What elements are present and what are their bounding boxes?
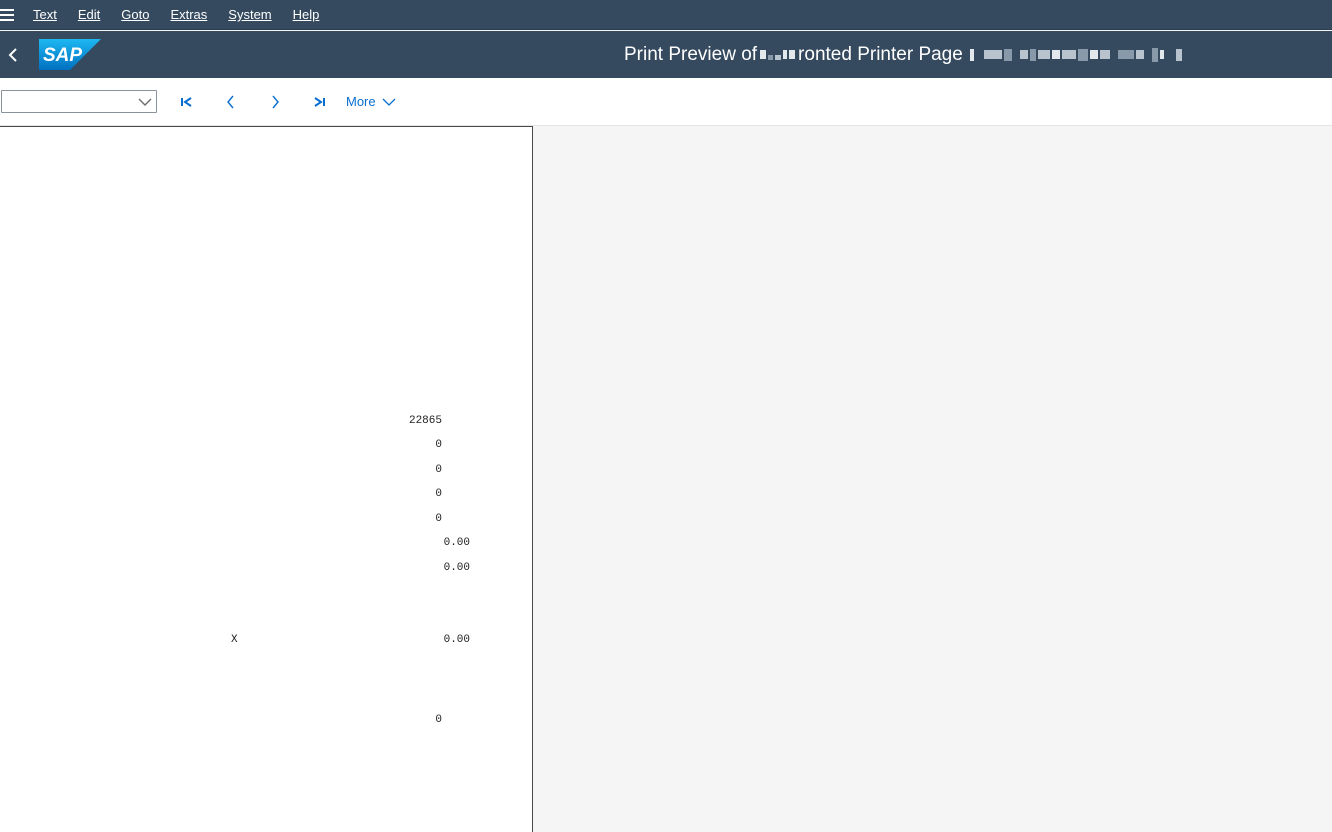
chevron-left-icon bbox=[8, 47, 17, 62]
preview-value: 0 bbox=[435, 439, 442, 451]
menu-item-system[interactable]: System bbox=[228, 7, 271, 22]
preview-value: 0.00 bbox=[443, 634, 470, 646]
sap-logo: SAP bbox=[39, 39, 101, 70]
menu-item-goto[interactable]: Goto bbox=[121, 7, 149, 22]
menu-item-help[interactable]: Help bbox=[293, 7, 320, 22]
svg-text:SAP: SAP bbox=[43, 45, 82, 66]
title-suffix: ronted Printer Page bbox=[798, 43, 963, 65]
redacted-block bbox=[759, 49, 796, 60]
title-prefix: Print Preview of bbox=[624, 43, 758, 65]
preview-value: 0 bbox=[435, 488, 442, 500]
preview-value: 22865 bbox=[408, 415, 442, 427]
menu-item-text[interactable]: Text bbox=[33, 7, 57, 22]
menu-item-edit[interactable]: Edit bbox=[78, 7, 100, 22]
shell-header: SAP Print Preview of ronted Printer Page bbox=[0, 31, 1332, 78]
menu-bar: Text Edit Goto Extras System Help bbox=[0, 0, 1332, 30]
menu-item-extras[interactable]: Extras bbox=[170, 7, 207, 22]
menu-item-system-label: System bbox=[228, 7, 272, 22]
first-page-icon bbox=[181, 96, 192, 107]
chevron-down-icon bbox=[382, 98, 396, 106]
chevron-down-icon bbox=[137, 94, 153, 115]
next-page-button[interactable] bbox=[253, 84, 297, 120]
more-label: More bbox=[346, 94, 376, 109]
preview-value: 0 bbox=[435, 513, 442, 525]
first-page-button[interactable] bbox=[165, 84, 209, 120]
menu-item-help-label: Help bbox=[292, 7, 320, 22]
menu-item-text-label: Text bbox=[33, 7, 57, 22]
preview-value: 0 bbox=[435, 464, 442, 476]
redacted-block-2 bbox=[969, 47, 1183, 62]
page-select[interactable] bbox=[1, 90, 157, 113]
last-page-button[interactable] bbox=[297, 84, 341, 120]
menu-item-goto-label: Goto bbox=[121, 7, 150, 22]
chevron-left-icon bbox=[227, 95, 234, 108]
more-button[interactable]: More bbox=[346, 94, 396, 109]
last-page-icon bbox=[314, 96, 325, 107]
back-button[interactable] bbox=[0, 31, 26, 78]
preview-value: 0.00 bbox=[443, 537, 470, 549]
preview-x-mark: X bbox=[231, 634, 238, 646]
print-preview-page: 22865 0 0 0 0 0.00 0.00 X 0.00 0 bbox=[0, 126, 533, 832]
preview-value: 0 bbox=[435, 714, 442, 726]
preview-value: 0.00 bbox=[443, 562, 470, 574]
toolbar: More bbox=[0, 78, 1332, 126]
chevron-right-icon bbox=[272, 95, 279, 108]
page-title: Print Preview of ronted Printer Page bbox=[624, 31, 1183, 78]
menu-item-extras-label: Extras bbox=[170, 7, 208, 22]
previous-page-button[interactable] bbox=[209, 84, 253, 120]
hamburger-menu-icon[interactable] bbox=[0, 0, 30, 30]
menu-item-edit-label: Edit bbox=[77, 7, 101, 22]
